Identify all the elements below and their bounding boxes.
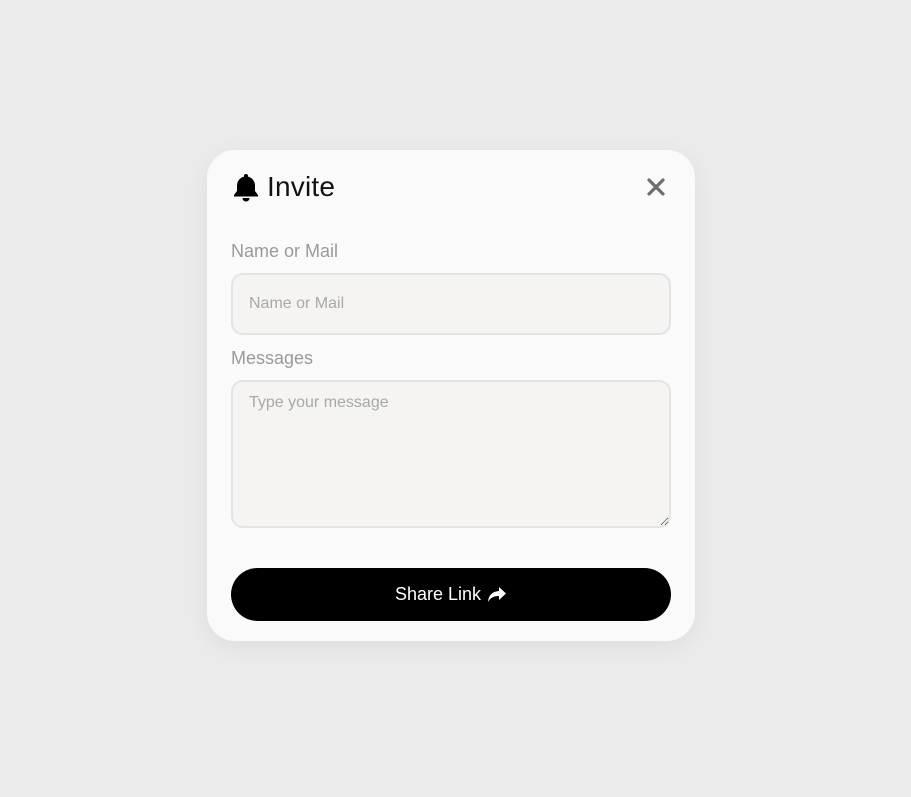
title-group: Invite bbox=[231, 172, 335, 202]
name-or-mail-input[interactable] bbox=[231, 273, 671, 335]
name-field-label: Name or Mail bbox=[231, 241, 339, 261]
modal-title: Invite bbox=[267, 171, 336, 202]
close-button[interactable] bbox=[641, 172, 671, 202]
share-link-label: Share Link bbox=[394, 584, 482, 604]
message-textarea[interactable] bbox=[231, 380, 671, 528]
modal-header: Invite bbox=[231, 170, 671, 204]
share-link-button[interactable]: Share Link bbox=[231, 568, 671, 621]
invite-modal: Invite Name or Mail Messages Share Link bbox=[207, 150, 695, 641]
bell-icon bbox=[231, 172, 261, 202]
close-icon bbox=[646, 177, 666, 197]
messages-field-label: Messages bbox=[231, 348, 314, 368]
share-arrow-icon bbox=[487, 586, 507, 604]
